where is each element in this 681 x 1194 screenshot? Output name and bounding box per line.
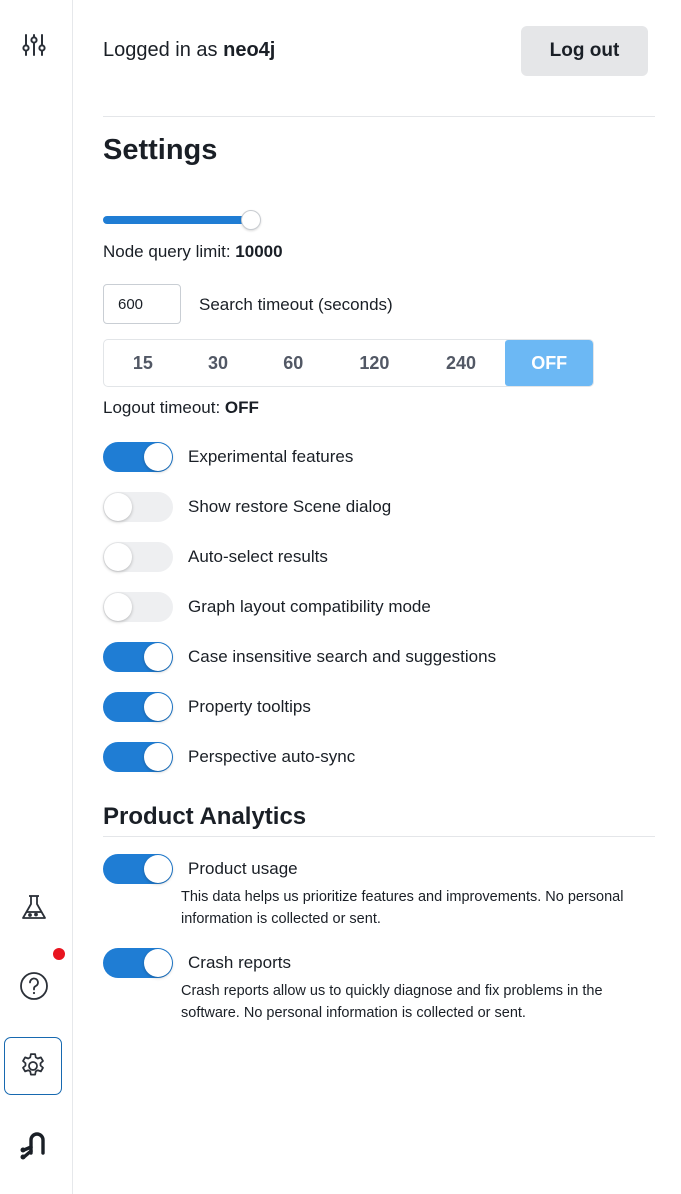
case-insensitive-toggle[interactable] [103, 642, 173, 672]
notification-dot [53, 948, 65, 960]
toggle-label: Case insensitive search and suggestions [188, 647, 497, 666]
toggle-label: Show restore Scene dialog [188, 497, 392, 516]
logout-button[interactable]: Log out [521, 26, 648, 76]
node-query-limit-value: 10000 [235, 242, 283, 261]
logout-timeout-option-15[interactable]: 15 [104, 340, 182, 386]
account-header: Logged in as neo4j Log out [103, 26, 655, 76]
auto-select-results-toggle[interactable] [103, 542, 173, 572]
product-usage-description: This data helps us prioritize features a… [181, 889, 624, 927]
logout-timeout-option-120[interactable]: 120 [332, 340, 417, 386]
product-analytics-title: Product Analytics [103, 803, 307, 830]
toggle-knob [104, 593, 132, 621]
slider-thumb[interactable] [241, 210, 261, 230]
sidebar [0, 0, 73, 1194]
toggle-label: Graph layout compatibility mode [188, 597, 431, 616]
toggle-knob [144, 949, 172, 977]
toggle-label: Auto-select results [188, 547, 328, 566]
search-timeout-input[interactable] [103, 284, 181, 324]
toggle-row-product-usage: Product usage [103, 854, 655, 886]
divider [103, 116, 655, 117]
show-restore-scene-toggle[interactable] [103, 492, 173, 522]
gear-icon[interactable] [4, 1037, 62, 1095]
divider [103, 836, 655, 837]
slider-track [103, 216, 249, 224]
node-query-limit-slider[interactable] [103, 210, 261, 230]
toggle-knob [104, 493, 132, 521]
experimental-features-toggle[interactable] [103, 442, 173, 472]
logout-timeout-option-240[interactable]: 240 [417, 340, 506, 386]
product-usage-toggle[interactable] [103, 854, 173, 884]
filter-sliders-icon[interactable] [6, 17, 62, 73]
toggle-row-perspective-auto-sync: Perspective auto-sync [103, 742, 655, 774]
toggle-knob [144, 443, 172, 471]
logout-timeout-value: OFF [224, 398, 259, 417]
logged-in-prefix: Logged in as [103, 39, 224, 61]
search-timeout-label: Search timeout (seconds) [199, 295, 393, 314]
node-query-limit-prefix: Node query limit: [103, 242, 236, 261]
logout-timeout-selector: 15 30 60 120 240 OFF [103, 339, 594, 387]
toggle-row-property-tooltips: Property tooltips [103, 692, 655, 724]
toggle-label: Perspective auto-sync [188, 747, 356, 766]
settings-title: Settings [103, 134, 218, 166]
crash-reports-toggle[interactable] [103, 948, 173, 978]
toggle-knob [144, 643, 172, 671]
logout-timeout-prefix: Logout timeout: [103, 398, 225, 417]
toggle-knob [144, 855, 172, 883]
toggle-row-crash-reports: Crash reports [103, 948, 655, 980]
flask-icon[interactable] [6, 880, 62, 936]
help-icon[interactable] [6, 958, 62, 1014]
toggle-row-auto-select-results: Auto-select results [103, 542, 655, 574]
neo4j-logo-icon[interactable] [6, 1116, 62, 1172]
toggle-label: Crash reports [188, 953, 291, 972]
toggle-knob [144, 743, 172, 771]
property-tooltips-toggle[interactable] [103, 692, 173, 722]
logged-in-text: Logged in as neo4j [103, 39, 275, 62]
toggle-label: Property tooltips [188, 697, 311, 716]
logout-timeout-option-30[interactable]: 30 [182, 340, 255, 386]
node-query-limit-label: Node query limit: 10000 [103, 242, 283, 262]
toggle-knob [144, 693, 172, 721]
logout-timeout-option-off[interactable]: OFF [505, 340, 593, 386]
toggle-label: Experimental features [188, 447, 354, 466]
graph-layout-compat-toggle[interactable] [103, 592, 173, 622]
toggle-row-show-restore-scene: Show restore Scene dialog [103, 492, 655, 524]
perspective-auto-sync-toggle[interactable] [103, 742, 173, 772]
crash-reports-description: Crash reports allow us to quickly diagno… [181, 983, 603, 1021]
toggle-row-case-insensitive: Case insensitive search and suggestions [103, 642, 655, 674]
toggle-knob [104, 543, 132, 571]
logout-timeout-label: Logout timeout: OFF [103, 398, 259, 418]
username: neo4j [223, 39, 276, 61]
logout-timeout-option-60[interactable]: 60 [254, 340, 332, 386]
toggle-row-experimental-features: Experimental features [103, 442, 655, 474]
toggle-label: Product usage [188, 859, 298, 878]
toggle-row-graph-layout-compat: Graph layout compatibility mode [103, 592, 655, 624]
